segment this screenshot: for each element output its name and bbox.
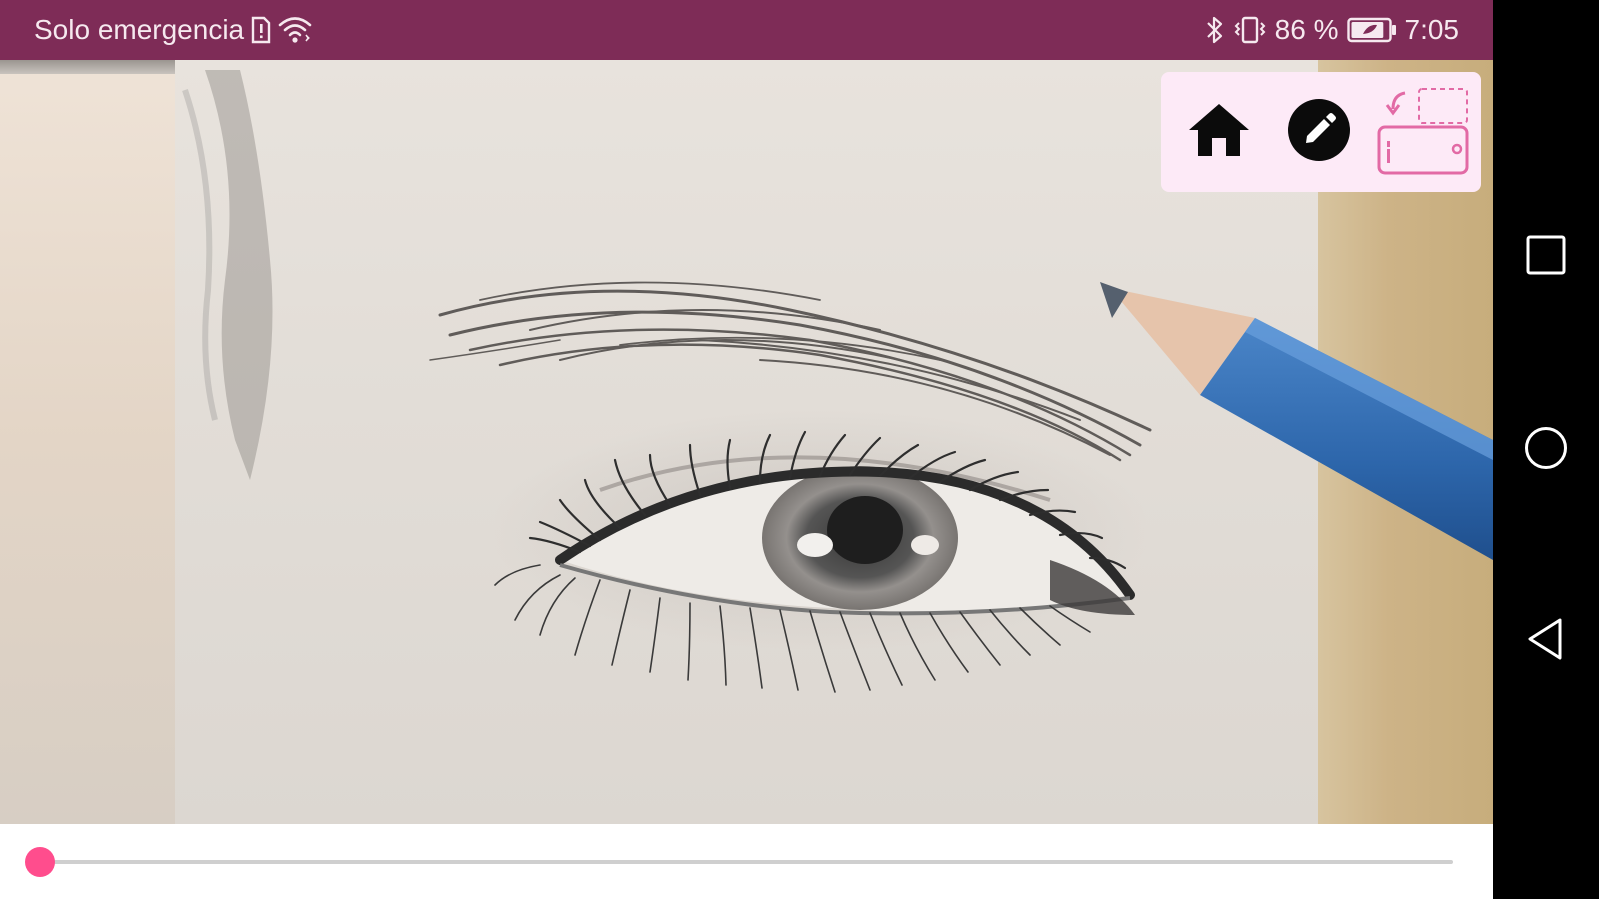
clock: 7:05 <box>1404 14 1460 45</box>
home-button[interactable] <box>1177 90 1261 174</box>
back-button[interactable] <box>1516 611 1576 671</box>
pencil-object <box>1100 282 1493 560</box>
toolbar <box>1161 72 1481 192</box>
slider-track[interactable] <box>25 847 1453 877</box>
edit-button[interactable] <box>1277 90 1361 174</box>
battery-icon <box>1346 17 1397 43</box>
rotate-screen-icon <box>1375 85 1471 180</box>
home-icon <box>1186 100 1252 165</box>
wifi-icon <box>278 15 314 45</box>
rotate-screen-button[interactable] <box>1375 87 1471 174</box>
battery-percent: 86 % <box>1274 14 1339 45</box>
camera-preview[interactable] <box>0 60 1493 824</box>
navigation-bar <box>1493 0 1599 899</box>
opacity-slider[interactable] <box>0 824 1493 899</box>
sim-alert-icon <box>250 16 272 44</box>
back-icon <box>1526 617 1566 666</box>
home-nav-button[interactable] <box>1516 420 1576 480</box>
status-bar: Solo emergencia 86 % 7:05 <box>0 0 1493 60</box>
recents-icon <box>1526 235 1566 280</box>
slider-thumb[interactable] <box>25 847 55 877</box>
pencil-icon <box>1286 97 1352 168</box>
recents-button[interactable] <box>1516 227 1576 287</box>
carrier-label: Solo emergencia <box>34 14 245 45</box>
status-right: 86 % 7:05 <box>1205 0 1459 60</box>
vibrate-icon <box>1233 15 1267 45</box>
home-circle-icon <box>1524 426 1568 475</box>
bluetooth-icon <box>1205 15 1225 45</box>
status-left: Solo emergencia <box>34 0 314 60</box>
app: Solo emergencia 86 % 7:05 <box>0 0 1493 899</box>
